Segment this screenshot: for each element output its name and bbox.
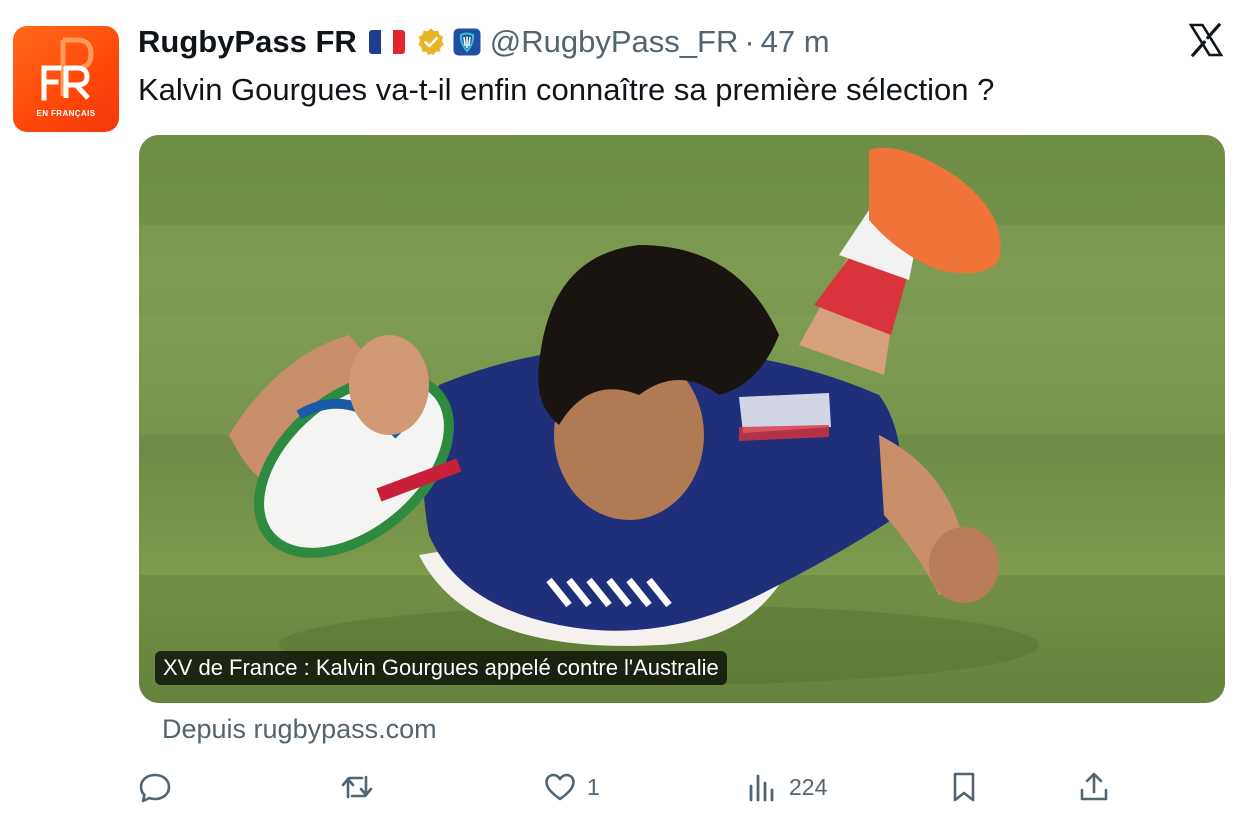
heart-icon	[545, 773, 575, 801]
tweet-action-bar: 1 224	[0, 765, 1240, 809]
bookmark-icon	[953, 772, 975, 802]
views-button[interactable]: 224	[745, 765, 827, 809]
link-card-caption: XV de France : Kalvin Gourgues appelé co…	[155, 651, 727, 685]
tweet-timestamp[interactable]: 47 m	[761, 24, 830, 60]
author-avatar[interactable]: EN FRANÇAIS	[13, 26, 119, 132]
tweet-header: RugbyPass FR @RugbyPass_FR · 47 m	[138, 22, 830, 62]
share-button[interactable]	[1077, 765, 1111, 809]
reply-button[interactable]	[138, 765, 172, 809]
tweet-text: Kalvin Gourgues va-t-il enfin connaître …	[138, 72, 995, 107]
reply-icon	[139, 773, 171, 803]
x-logo-icon[interactable]	[1188, 22, 1224, 58]
retweet-button[interactable]	[340, 765, 374, 809]
separator-dot: ·	[744, 24, 755, 59]
link-source[interactable]: Depuis rugbypass.com	[162, 714, 437, 745]
views-icon	[749, 774, 774, 802]
rugby-player-diving-try-image	[139, 135, 1225, 703]
share-icon	[1080, 772, 1108, 801]
affiliate-badge-icon[interactable]	[452, 27, 482, 57]
like-count: 1	[587, 773, 600, 800]
avatar-tagline: EN FRANÇAIS	[36, 109, 96, 118]
link-card-image[interactable]: XV de France : Kalvin Gourgues appelé co…	[139, 135, 1225, 703]
author-handle[interactable]: @RugbyPass_FR	[490, 24, 739, 60]
author-display-name[interactable]: RugbyPass FR	[138, 24, 357, 60]
views-count: 224	[789, 773, 828, 800]
france-flag-icon	[368, 30, 405, 54]
retweet-icon	[341, 775, 373, 799]
bookmark-button[interactable]	[947, 765, 981, 809]
verified-badge-icon[interactable]	[416, 27, 446, 57]
like-button[interactable]: 1	[543, 765, 600, 809]
